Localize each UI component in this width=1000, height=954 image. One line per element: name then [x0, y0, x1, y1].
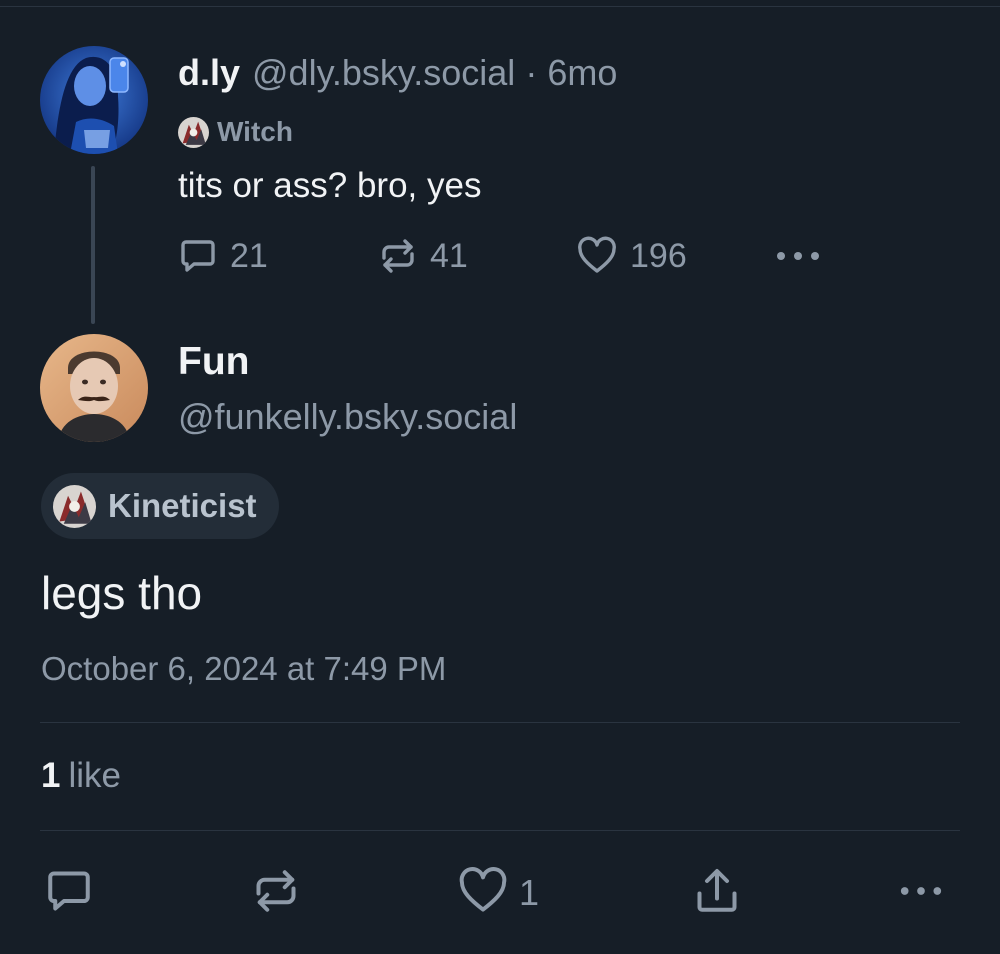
share-button[interactable]: [692, 866, 742, 920]
repost-icon: [251, 866, 301, 921]
reply-button[interactable]: [44, 866, 94, 920]
reply-icon: [44, 866, 94, 921]
repost-button[interactable]: [251, 866, 301, 920]
more-icon: [898, 881, 944, 906]
more-button[interactable]: [898, 866, 944, 920]
badge-icon: [53, 484, 96, 528]
likes-label: like: [68, 756, 121, 795]
parent-time-ago[interactable]: 6mo: [547, 52, 617, 94]
parent-like-count: 196: [630, 236, 687, 275]
parent-handle[interactable]: @dly.bsky.social: [252, 52, 515, 94]
badge-icon: [178, 116, 209, 148]
parent-more-button[interactable]: [774, 232, 822, 280]
divider: [40, 722, 960, 723]
like-button[interactable]: 1: [457, 866, 539, 920]
like-icon: [457, 866, 509, 921]
like-icon: [576, 236, 618, 276]
parent-post-header: d.ly @dly.bsky.social · 6mo: [178, 52, 617, 98]
main-avatar[interactable]: [40, 334, 148, 442]
divider: [40, 830, 960, 831]
main-display-name[interactable]: Fun: [178, 340, 249, 384]
parent-display-name[interactable]: d.ly: [178, 52, 240, 94]
repost-icon: [378, 236, 418, 276]
parent-separator: ·: [525, 52, 538, 93]
like-count: 1: [519, 872, 540, 913]
parent-action-bar: 21 41 196: [178, 232, 828, 280]
more-icon: [774, 246, 822, 266]
parent-reply-button[interactable]: 21: [178, 232, 268, 280]
likes-count: 1: [41, 756, 61, 795]
parent-badge-label: Witch: [217, 116, 293, 147]
main-timestamp: October 6, 2024 at 7:49 PM: [41, 650, 447, 687]
reply-icon: [178, 236, 218, 276]
parent-avatar[interactable]: [40, 46, 148, 154]
thread-line: [91, 166, 95, 324]
share-icon: [692, 866, 742, 921]
parent-reply-count: 21: [230, 236, 268, 275]
main-badge-label: Kineticist: [108, 487, 257, 524]
parent-repost-count: 41: [430, 236, 468, 275]
parent-repost-button[interactable]: 41: [378, 232, 468, 280]
top-divider: [0, 6, 1000, 7]
main-handle[interactable]: @funkelly.bsky.social: [178, 396, 517, 438]
main-action-bar: 1: [0, 866, 1000, 920]
main-badge[interactable]: Kineticist: [41, 473, 279, 539]
likes-summary[interactable]: 1 like: [41, 756, 121, 796]
main-post-text: legs tho: [41, 567, 203, 619]
parent-like-button[interactable]: 196: [576, 232, 687, 280]
parent-badge[interactable]: Witch: [178, 114, 293, 150]
parent-post-text: tits or ass? bro, yes: [178, 166, 482, 205]
